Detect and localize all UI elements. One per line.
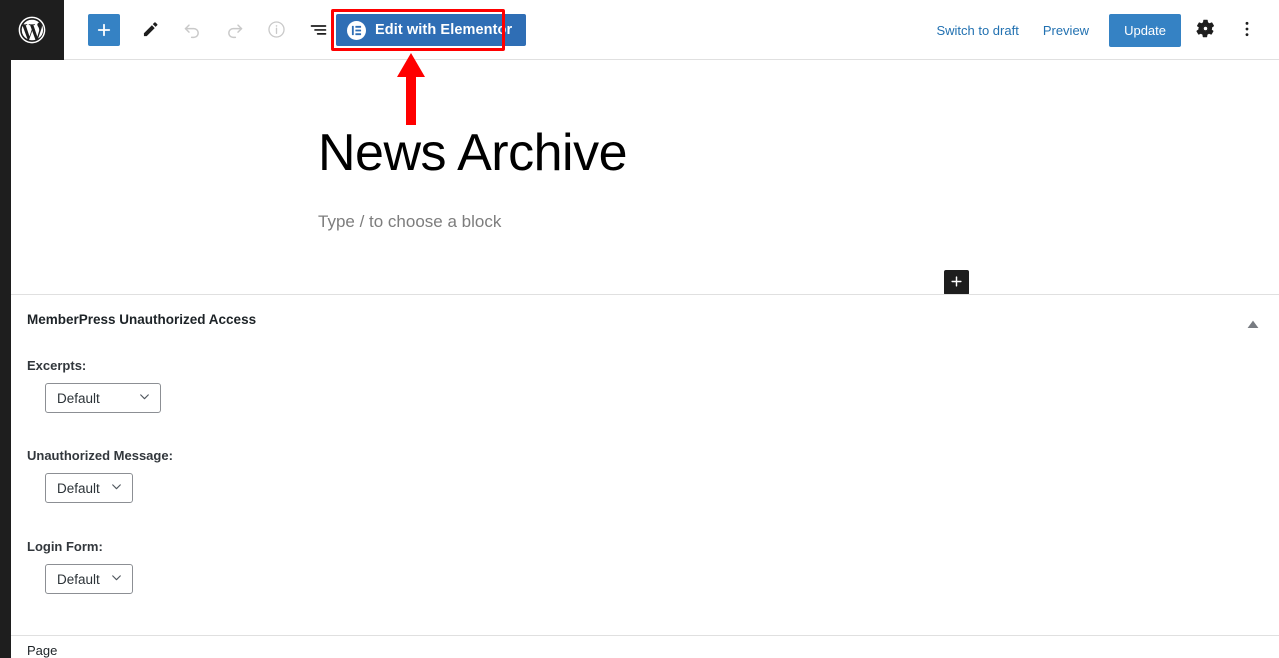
plus-icon	[949, 274, 964, 292]
edit-with-elementor-button[interactable]: Edit with Elementor	[336, 14, 527, 46]
login-form-select-value: Default	[57, 571, 100, 587]
bottom-divider	[0, 635, 1279, 636]
chevron-down-icon	[138, 390, 151, 406]
more-options-button[interactable]	[1229, 12, 1265, 48]
block-placeholder-text[interactable]: Type / to choose a block	[318, 212, 501, 232]
unauthorized-message-select-value: Default	[57, 480, 100, 496]
gear-icon	[1195, 18, 1216, 42]
chevron-down-icon	[110, 571, 123, 587]
toolbar-right-group: Switch to draft Preview Update	[924, 0, 1279, 60]
details-info-button[interactable]	[258, 12, 294, 48]
block-inserter-button[interactable]	[88, 13, 120, 46]
excerpts-select[interactable]: Default	[45, 383, 161, 413]
edit-with-elementor-label: Edit with Elementor	[375, 22, 513, 38]
metabox-collapse-toggle[interactable]	[1239, 312, 1267, 336]
editor-canvas: News Archive Type / to choose a block	[0, 60, 1279, 295]
field-group-excerpts: Excerpts: Default	[27, 358, 161, 413]
field-label-unauthorized-message: Unauthorized Message:	[27, 448, 173, 463]
chevron-up-icon	[1247, 317, 1259, 332]
wordpress-logo-icon	[16, 14, 48, 46]
field-group-unauthorized-message: Unauthorized Message: Default	[27, 448, 173, 503]
wordpress-logo-button[interactable]	[0, 0, 64, 60]
list-view-button[interactable]	[300, 12, 336, 48]
excerpts-select-value: Default	[57, 390, 100, 406]
field-label-excerpts: Excerpts:	[27, 358, 87, 373]
wordpress-block-editor: Edit with Elementor Switch to draft Prev…	[0, 0, 1279, 658]
login-form-select[interactable]: Default	[45, 564, 133, 594]
tools-edit-button[interactable]	[132, 12, 168, 48]
left-sidebar-rail	[0, 60, 11, 658]
redo-button[interactable]	[216, 12, 252, 48]
post-title[interactable]: News Archive	[318, 124, 628, 182]
update-button[interactable]: Update	[1109, 13, 1181, 47]
more-vertical-icon	[1237, 19, 1257, 42]
chevron-down-icon	[110, 480, 123, 496]
unauthorized-message-select[interactable]: Default	[45, 473, 133, 503]
block-appender-button[interactable]	[944, 270, 969, 294]
undo-button[interactable]	[174, 12, 210, 48]
metabox-title: MemberPress Unauthorized Access	[27, 312, 257, 327]
editor-toolbar: Edit with Elementor Switch to draft Prev…	[0, 0, 1279, 60]
toolbar-left-group	[64, 0, 342, 60]
field-label-login-form: Login Form:	[27, 539, 103, 554]
switch-to-draft-button[interactable]: Switch to draft	[924, 15, 1030, 46]
elementor-logo-icon	[347, 20, 366, 40]
preview-button[interactable]: Preview	[1031, 15, 1101, 46]
memberpress-unauthorized-access-metabox: MemberPress Unauthorized Access Excerpts…	[0, 296, 1279, 635]
document-type-label: Page	[27, 643, 58, 658]
field-group-login-form: Login Form: Default	[27, 539, 133, 594]
settings-button[interactable]	[1187, 12, 1223, 48]
